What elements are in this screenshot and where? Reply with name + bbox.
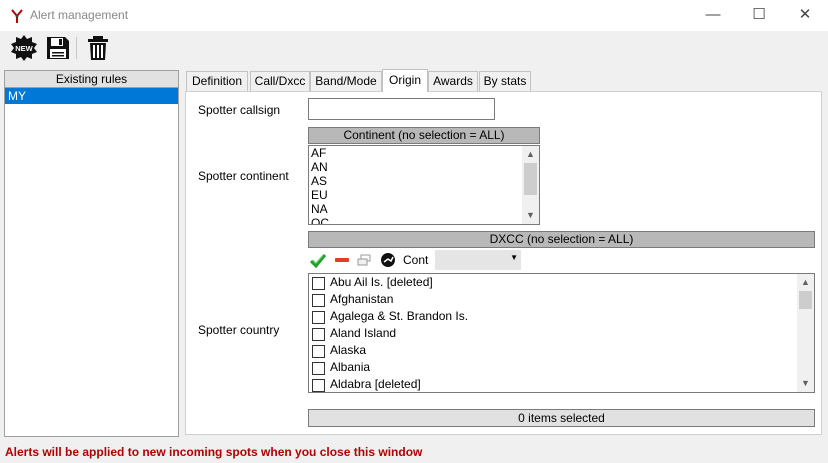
tab-origin[interactable]: Origin — [382, 69, 428, 92]
list-item[interactable]: Aland Island — [309, 325, 814, 342]
country-name: Abu Ail Is. [deleted] — [330, 275, 433, 289]
list-item[interactable]: AF — [309, 146, 539, 160]
checkbox[interactable] — [312, 311, 325, 324]
scroll-thumb[interactable] — [799, 291, 812, 309]
checkbox[interactable] — [312, 328, 325, 341]
windows-icon[interactable] — [356, 252, 372, 268]
tab-by-stats[interactable]: By stats — [479, 71, 531, 91]
app-icon — [11, 9, 23, 23]
continent-listbox[interactable]: AF AN AS EU NA OC ▲ ▼ — [308, 145, 540, 225]
list-item[interactable]: Albania — [309, 359, 814, 376]
main-toolbar: NEW — [0, 31, 828, 65]
existing-rules-panel: Existing rules MY — [4, 70, 179, 437]
uncheck-all-icon[interactable] — [334, 252, 350, 268]
list-item[interactable]: Afghanistan — [309, 291, 814, 308]
window-title: Alert management — [30, 8, 129, 22]
continent-header: Continent (no selection = ALL) — [308, 127, 540, 144]
new-rule-button[interactable]: NEW — [10, 34, 38, 62]
title-bar: Alert management — ☐ ✕ — [0, 0, 828, 31]
country-name: Afghanistan — [330, 292, 394, 306]
tab-call-dxcc[interactable]: Call/Dxcc — [250, 71, 310, 91]
cont-label: Cont — [403, 253, 429, 267]
save-icon — [47, 37, 69, 59]
spotter-callsign-input[interactable] — [308, 98, 495, 120]
list-item[interactable]: AN — [309, 160, 539, 174]
tab-awards[interactable]: Awards — [428, 71, 478, 91]
scroll-down-icon[interactable]: ▼ — [797, 375, 814, 392]
checkbox[interactable] — [312, 379, 325, 392]
continent-scrollbar[interactable]: ▲ ▼ — [522, 146, 539, 224]
existing-rules-header: Existing rules — [5, 71, 178, 88]
list-item[interactable]: EU — [309, 188, 539, 202]
checkbox[interactable] — [312, 345, 325, 358]
tab-band-mode[interactable]: Band/Mode — [310, 71, 382, 91]
dxcc-header: DXCC (no selection = ALL) — [308, 231, 815, 248]
tab-definition[interactable]: Definition — [186, 71, 248, 91]
origin-tab-panel: Spotter callsign Spotter continent Conti… — [185, 91, 822, 435]
country-name: Aldabra [deleted] — [330, 377, 421, 391]
scroll-thumb[interactable] — [524, 163, 537, 195]
continent-filter-select[interactable]: ▼ — [435, 250, 521, 270]
save-button[interactable] — [44, 34, 72, 62]
list-item[interactable]: Alaska — [309, 342, 814, 359]
list-item[interactable]: NA — [309, 202, 539, 216]
country-checklist[interactable]: Abu Ail Is. [deleted] Afghanistan Agaleg… — [308, 273, 815, 393]
maximize-button[interactable]: ☐ — [736, 0, 782, 31]
delete-rule-button[interactable] — [84, 34, 112, 62]
list-item[interactable]: Aldabra [deleted] — [309, 376, 814, 392]
country-name: Agalega & St. Brandon Is. — [330, 309, 469, 323]
rule-item[interactable]: MY — [5, 88, 178, 104]
trash-icon — [88, 36, 108, 60]
list-item[interactable]: Abu Ail Is. [deleted] — [309, 274, 814, 291]
list-item[interactable]: OC — [309, 216, 539, 224]
spotter-country-label: Spotter country — [198, 323, 280, 337]
checkbox[interactable] — [312, 294, 325, 307]
globe-icon[interactable] — [380, 252, 396, 268]
list-item[interactable]: AS — [309, 174, 539, 188]
scroll-up-icon[interactable]: ▲ — [797, 274, 814, 291]
new-badge-text: NEW — [15, 44, 33, 53]
check-all-icon[interactable] — [310, 252, 326, 268]
list-item[interactable]: Agalega & St. Brandon Is. — [309, 308, 814, 325]
checkbox[interactable] — [312, 277, 325, 290]
toolbar-separator — [76, 37, 77, 59]
country-name: Albania — [330, 360, 371, 374]
selection-status: 0 items selected — [308, 409, 815, 427]
close-button[interactable]: ✕ — [782, 0, 828, 31]
checkbox[interactable] — [312, 362, 325, 375]
country-name: Aland Island — [330, 326, 397, 340]
new-icon: NEW — [11, 35, 37, 61]
country-name: Alaska — [330, 343, 367, 357]
spotter-callsign-label: Spotter callsign — [198, 103, 281, 117]
spotter-continent-label: Spotter continent — [198, 169, 289, 183]
scroll-down-icon[interactable]: ▼ — [522, 207, 539, 224]
dxcc-toolbar: Cont ▼ — [308, 249, 522, 271]
minimize-button[interactable]: — — [690, 0, 736, 31]
country-scrollbar[interactable]: ▲ ▼ — [797, 274, 814, 392]
footer-message: Alerts will be applied to new incoming s… — [5, 445, 423, 459]
scroll-up-icon[interactable]: ▲ — [522, 146, 539, 163]
chevron-down-icon: ▼ — [510, 253, 518, 262]
